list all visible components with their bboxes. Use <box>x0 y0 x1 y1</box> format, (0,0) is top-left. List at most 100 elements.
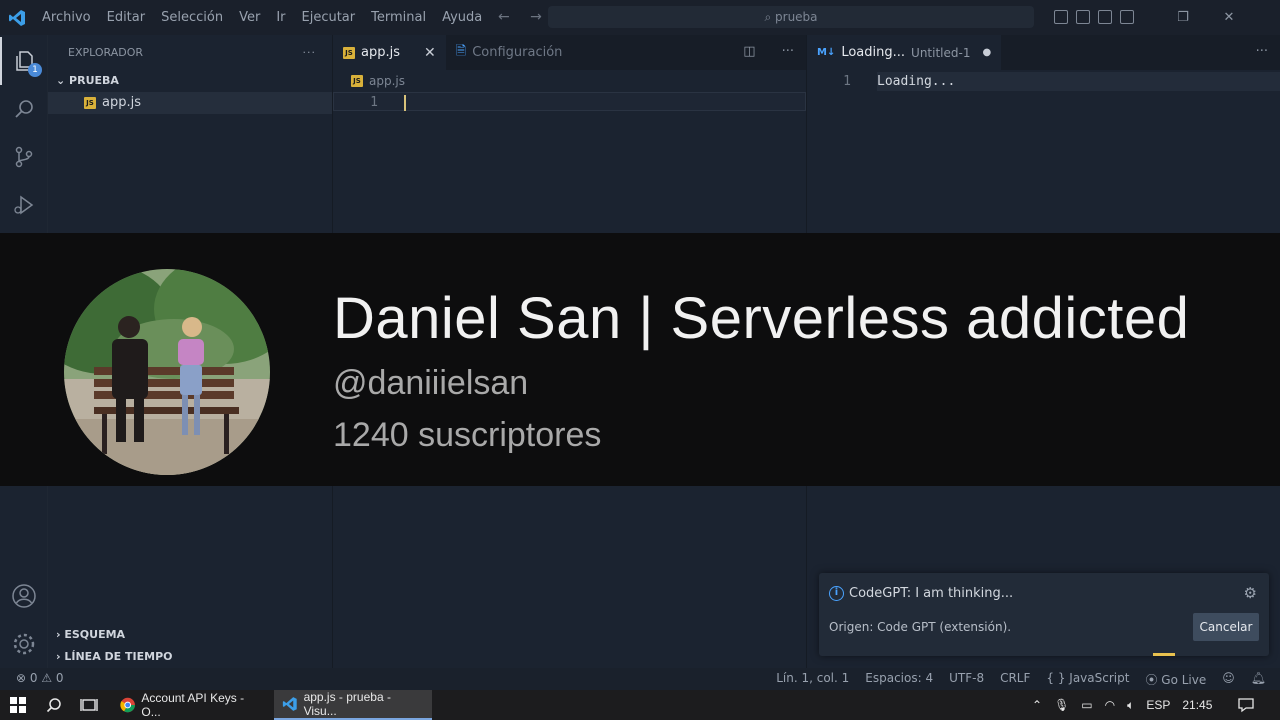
microphone-icon[interactable]: 🎙︎ <box>1054 698 1069 712</box>
channel-name: Daniel San | Serverless addicted <box>333 286 1190 351</box>
vscode-icon <box>282 697 297 711</box>
taskbar-app-vscode[interactable]: app.js - prueba - Visu... <box>274 690 432 720</box>
breadcrumb: JS app.js <box>333 70 806 92</box>
windows-start-icon[interactable] <box>10 690 26 720</box>
language-mode[interactable]: { } JavaScript <box>1046 671 1129 688</box>
notification-settings-gear-icon[interactable]: ⚙ <box>1244 584 1257 602</box>
task-view-icon[interactable] <box>80 690 98 720</box>
tab-untitled-1[interactable]: M↓ Loading... Untitled-1 ● <box>807 35 1002 70</box>
taskbar-app-label: Account API Keys - O... <box>141 691 245 719</box>
code-line[interactable]: 1 <box>333 92 806 111</box>
volume-icon[interactable]: 🔈︎ <box>1127 698 1134 713</box>
battery-icon[interactable]: ▭ <box>1081 698 1092 712</box>
close-tab-icon[interactable]: ✕ <box>424 45 436 61</box>
channel-avatar <box>64 269 270 475</box>
more-actions-icon[interactable]: ··· <box>303 35 317 70</box>
search-icon: ⌕ <box>764 10 776 24</box>
chevron-down-icon: ⌄ <box>56 74 70 87</box>
taskbar-app-label: app.js - prueba - Visu... <box>303 690 391 718</box>
settings-file-icon: 🗎 <box>455 43 467 59</box>
nav-arrows-icon[interactable]: ← → <box>498 9 550 25</box>
folder-prueba[interactable]: ⌄ PRUEBA <box>48 70 332 92</box>
action-center-icon[interactable] <box>1238 690 1254 720</box>
js-file-icon: JS <box>343 46 355 59</box>
menu-archivo[interactable]: Archivo <box>34 0 99 35</box>
subscriber-count: 1240 suscriptores <box>333 416 602 454</box>
explorer-header: EXPLORADOR ··· <box>48 35 332 70</box>
js-file-icon: JS <box>84 97 96 109</box>
input-language[interactable]: ESP <box>1146 698 1170 712</box>
tab-app-js[interactable]: JS app.js ✕ <box>333 35 446 70</box>
editor-actions: ··· <box>1256 44 1268 59</box>
menu-ejecutar[interactable]: Ejecutar <box>294 0 364 35</box>
system-tray: ⌃ 🎙︎ ▭ ◠ 🔈︎ ESP 21:45 <box>1032 690 1212 720</box>
folder-label: PRUEBA <box>69 74 119 87</box>
more-actions-icon[interactable]: ··· <box>782 44 794 59</box>
text-cursor <box>404 95 406 111</box>
clock[interactable]: 21:45 <box>1182 698 1212 712</box>
outline-section[interactable]: › ESQUEMA <box>48 624 125 646</box>
menu-editar[interactable]: Editar <box>99 0 154 35</box>
tab-label: Loading... <box>841 45 906 60</box>
go-live-label: Go Live <box>1161 673 1207 687</box>
end-of-line[interactable]: CRLF <box>1000 671 1030 688</box>
menu-bar: Archivo Editar Selección Ver Ir Ejecutar… <box>34 0 490 35</box>
chrome-icon <box>120 697 135 713</box>
info-icon: i <box>829 586 844 601</box>
taskbar-search-icon[interactable] <box>46 690 62 720</box>
search-text: prueba <box>775 10 818 24</box>
code-line[interactable]: 1 Loading... <box>807 72 1280 91</box>
split-editor-icon[interactable]: ◫ <box>743 44 755 59</box>
search-view-icon[interactable] <box>0 85 48 133</box>
title-bar: Archivo Editar Selección Ver Ir Ejecutar… <box>0 0 1280 35</box>
cursor-position[interactable]: Lín. 1, col. 1 <box>776 671 849 688</box>
more-actions-icon[interactable]: ··· <box>1256 44 1268 59</box>
menu-terminal[interactable]: Terminal <box>363 0 434 35</box>
menu-seleccion[interactable]: Selección <box>153 0 231 35</box>
breadcrumb-file[interactable]: app.js <box>369 74 405 88</box>
close-window-icon[interactable]: ✕ <box>1206 0 1252 35</box>
run-debug-icon[interactable] <box>0 181 48 229</box>
status-bar-right: Lín. 1, col. 1 Espacios: 4 UTF-8 CRLF { … <box>776 671 1266 688</box>
notifications-bell-icon[interactable]: 🔔︎ <box>1251 671 1266 688</box>
explorer-icon[interactable]: 1 <box>0 37 48 85</box>
toggle-secondary-sidebar-icon[interactable] <box>1098 10 1112 24</box>
channel-banner: Daniel San | Serverless addicted @daniii… <box>0 233 1280 486</box>
source-control-icon[interactable] <box>0 133 48 181</box>
menu-ir[interactable]: Ir <box>268 0 293 35</box>
line-text: Loading... <box>877 72 1280 91</box>
menu-ver[interactable]: Ver <box>231 0 268 35</box>
wifi-icon[interactable]: ◠ <box>1105 698 1115 712</box>
notification-source: Origen: Code GPT (extensión). <box>829 620 1012 634</box>
markdown-file-icon: M↓ <box>817 47 836 58</box>
menu-ayuda[interactable]: Ayuda <box>434 0 490 35</box>
channel-handle: @daniiielsan <box>333 364 529 402</box>
chevron-up-icon[interactable]: ⌃ <box>1032 698 1042 712</box>
command-center-search[interactable]: ⌕ prueba <box>548 6 1034 28</box>
manage-gear-icon[interactable] <box>0 620 48 668</box>
go-live-button[interactable]: ⦿ Go Live <box>1145 671 1206 688</box>
line-number: 1 <box>370 95 378 110</box>
cancel-button[interactable]: Cancelar <box>1193 613 1259 641</box>
explorer-title: EXPLORADOR <box>68 46 144 59</box>
line-number: 1 <box>843 74 851 89</box>
tab-configuracion[interactable]: 🗎 Configuración <box>446 35 573 70</box>
problems-indicator[interactable]: ⊗ 0 ⚠ 0 <box>16 671 64 685</box>
accounts-icon[interactable] <box>0 572 48 620</box>
editor-tabs: M↓ Loading... Untitled-1 ● ··· <box>807 35 1280 70</box>
progress-indicator <box>1153 653 1175 656</box>
status-bar: ⊗ 0 ⚠ 0 Lín. 1, col. 1 Espacios: 4 UTF-8… <box>0 668 1280 690</box>
file-label: app.js <box>102 95 141 110</box>
indentation[interactable]: Espacios: 4 <box>865 671 933 688</box>
taskbar-app-chrome[interactable]: Account API Keys - O... <box>112 690 270 720</box>
file-app-js[interactable]: JS app.js <box>48 92 332 114</box>
toggle-sidebar-icon[interactable] <box>1054 10 1068 24</box>
unsaved-dot-icon[interactable]: ● <box>982 47 991 58</box>
timeline-section[interactable]: › LÍNEA DE TIEMPO <box>48 646 172 668</box>
feedback-icon[interactable]: ☺ <box>1222 671 1235 688</box>
toggle-panel-icon[interactable] <box>1076 10 1090 24</box>
editor-actions: ◫ ··· <box>743 44 794 59</box>
customize-layout-icon[interactable] <box>1120 10 1134 24</box>
encoding[interactable]: UTF-8 <box>949 671 984 688</box>
restore-window-icon[interactable]: ❐ <box>1160 0 1206 35</box>
